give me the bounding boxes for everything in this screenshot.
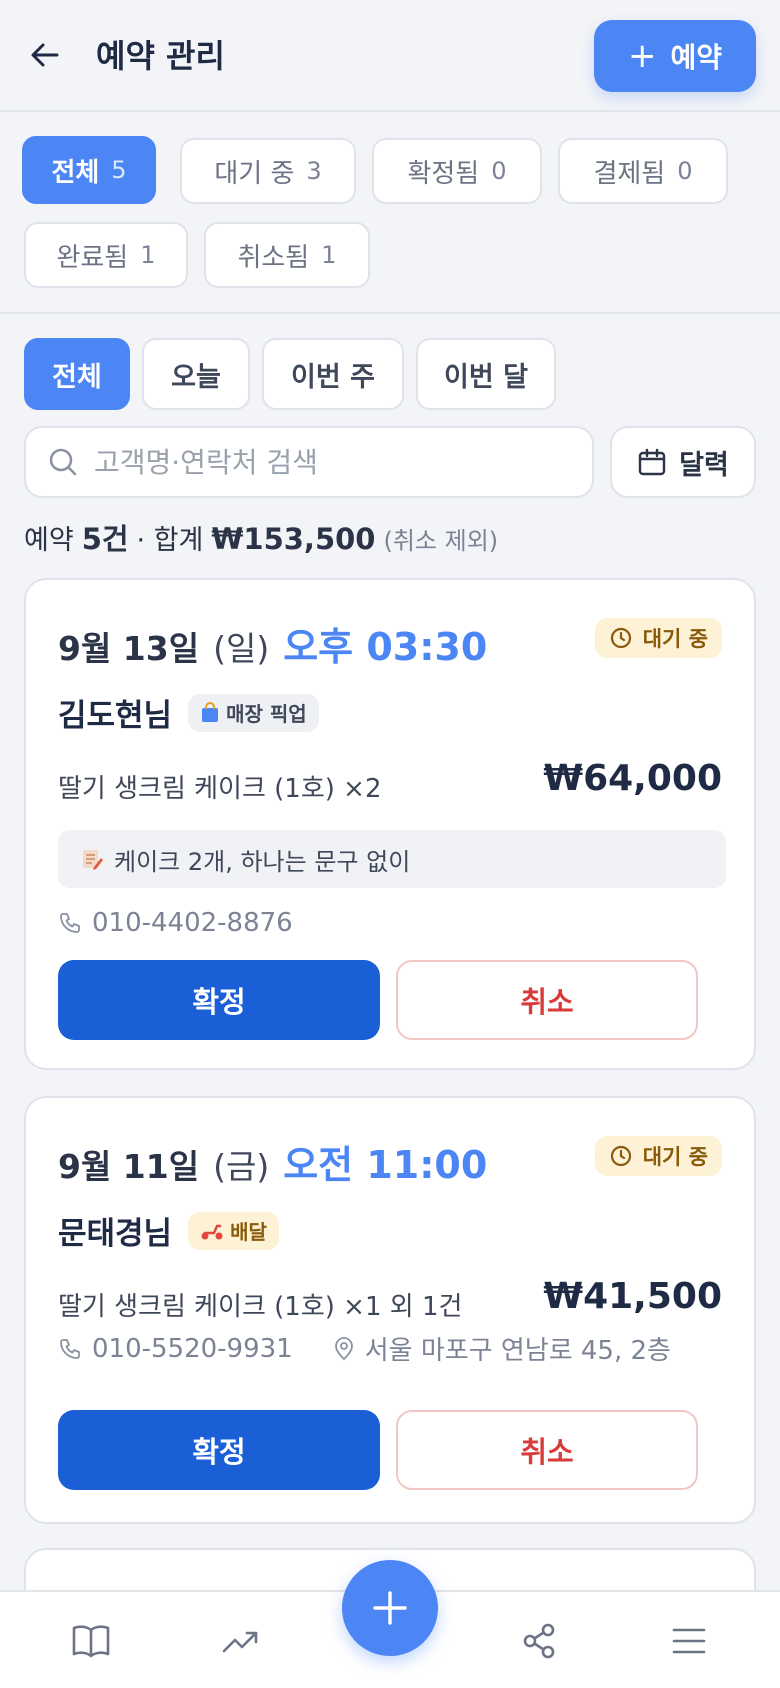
reservation-summary: 예약 5건 · 합계 ₩153,500 (취소 제외) — [24, 516, 499, 556]
app-header: 예약 관리 + 예약 — [0, 0, 780, 112]
customer-row: 김도현님 매장 픽업 — [58, 690, 319, 735]
search-box — [24, 426, 594, 498]
chip-label: 전체 — [51, 157, 100, 188]
cancel-button[interactable]: 취소 — [396, 960, 698, 1040]
order-items: 딸기 생크림 케이크 (1호) ×1 외 1건 — [58, 1292, 463, 1322]
phone-number[interactable]: 010-5520-9931 — [92, 1334, 293, 1364]
order-items: 딸기 생크림 케이크 (1호) ×2 — [58, 774, 382, 804]
order-price: ₩64,000 — [543, 758, 722, 799]
calendar-button[interactable]: 달력 — [610, 426, 756, 498]
customer-row: 문태경님 배달 — [58, 1208, 279, 1253]
reservation-date: 9월 13일 — [58, 629, 200, 668]
period-chip-this-month[interactable]: 이번 달 — [416, 338, 556, 410]
plus-icon: + — [627, 36, 657, 76]
share-icon[interactable] — [514, 1616, 564, 1666]
cancel-button[interactable]: 취소 — [396, 1410, 698, 1490]
summary-total: ₩153,500 — [211, 522, 376, 556]
plus-icon — [373, 1591, 407, 1625]
reservation-card[interactable]: 9월 13일 (일) 오후 03:30 대기 중 김도현님 매장 픽업 딸기 생… — [24, 578, 756, 1070]
period-chip-all[interactable]: 전체 — [24, 338, 130, 410]
add-reservation-label: 예약 — [670, 41, 723, 74]
calendar-icon — [638, 448, 666, 476]
chip-label: 취소됨 — [237, 242, 310, 273]
chip-label: 대기 중 — [214, 158, 295, 189]
confirm-button[interactable]: 확정 — [58, 1410, 380, 1490]
search-input[interactable] — [94, 445, 554, 479]
chip-label: 완료됨 — [56, 242, 129, 273]
status-chip-confirmed[interactable]: 확정됨 0 — [372, 138, 542, 204]
arrow-left-icon — [31, 43, 59, 67]
book-icon[interactable] — [66, 1616, 116, 1666]
reservation-time: 오후 03:30 — [283, 625, 488, 669]
reservation-time: 오전 11:00 — [283, 1143, 488, 1187]
reservation-weekday: (일) — [213, 629, 270, 668]
chip-count: 0 — [677, 157, 693, 185]
calendar-label: 달력 — [679, 449, 729, 481]
status-chip-waiting[interactable]: 대기 중 3 — [180, 138, 356, 204]
chip-label: 결제됨 — [593, 158, 666, 189]
chip-count: 3 — [306, 157, 322, 185]
delivery-address: 서울 마포구 연남로 45, 2층 — [364, 1336, 671, 1366]
order-type-label: 배달 — [230, 1220, 267, 1244]
reservation-date: 9월 11일 — [58, 1147, 200, 1186]
map-pin-icon — [334, 1336, 353, 1360]
summary-prefix: 예약 — [24, 525, 74, 556]
chip-label: 확정됨 — [407, 158, 480, 189]
period-chip-this-week[interactable]: 이번 주 — [262, 338, 404, 410]
search-icon — [49, 448, 77, 476]
phone-number[interactable]: 010-4402-8876 — [92, 908, 293, 938]
chip-count: 1 — [140, 241, 156, 269]
status-chip-cancelled[interactable]: 취소됨 1 — [204, 222, 370, 288]
clock-icon — [610, 627, 631, 649]
phone-icon — [60, 913, 80, 933]
memo-text: 케이크 2개, 하나는 문구 없이 — [114, 847, 411, 876]
order-price: ₩41,500 — [543, 1276, 722, 1317]
status-badge: 대기 중 — [594, 1136, 722, 1176]
confirm-button[interactable]: 확정 — [58, 960, 380, 1040]
reservation-card[interactable]: 9월 11일 (금) 오전 11:00 대기 중 문태경님 배달 딸기 생크림 … — [24, 1096, 756, 1524]
status-text: 대기 중 — [642, 1145, 708, 1169]
summary-note: (취소 제외) — [383, 527, 499, 555]
status-badge: 대기 중 — [594, 618, 722, 658]
order-type-label: 매장 픽업 — [226, 702, 307, 726]
customer-name: 문태경님 — [58, 1216, 173, 1252]
order-memo: 케이크 2개, 하나는 문구 없이 — [58, 830, 726, 888]
summary-mid: · 합계 — [136, 525, 204, 556]
contact-row: 010-5520-9931 서울 마포구 연남로 45, 2층 — [58, 1330, 671, 1367]
status-chip-paid[interactable]: 결제됨 0 — [558, 138, 728, 204]
reservation-datetime: 9월 13일 (일) 오후 03:30 — [58, 616, 487, 671]
status-chip-completed[interactable]: 완료됨 1 — [24, 222, 188, 288]
phone-icon — [60, 1338, 80, 1359]
trending-icon[interactable] — [216, 1616, 266, 1666]
chip-count: 0 — [491, 157, 507, 185]
period-chip-today[interactable]: 오늘 — [142, 338, 250, 410]
memo-icon — [83, 850, 103, 870]
order-type-tag: 매장 픽업 — [188, 693, 319, 732]
add-reservation-button[interactable]: + 예약 — [594, 20, 756, 92]
back-button[interactable] — [24, 34, 66, 76]
status-chip-all[interactable]: 전체 5 — [22, 136, 156, 204]
reservation-weekday: (금) — [213, 1147, 270, 1186]
shopping-bag-icon — [202, 701, 219, 722]
clock-icon — [610, 1145, 631, 1167]
customer-name: 김도현님 — [58, 698, 173, 734]
order-type-tag: 배달 — [188, 1211, 279, 1250]
summary-count: 5건 — [81, 522, 129, 556]
fab-add-button[interactable] — [342, 1560, 438, 1656]
menu-icon[interactable] — [664, 1616, 714, 1666]
contact-row: 010-4402-8876 — [58, 908, 293, 938]
scooter-icon — [201, 1224, 223, 1239]
reservation-datetime: 9월 11일 (금) 오전 11:00 — [58, 1134, 487, 1189]
page-title: 예약 관리 — [96, 37, 225, 75]
chip-count: 5 — [111, 156, 127, 184]
status-text: 대기 중 — [642, 627, 708, 651]
status-filter-bar: 전체 5 대기 중 3 확정됨 0 결제됨 0 완료됨 1 취소됨 1 — [0, 112, 780, 314]
chip-count: 1 — [321, 241, 337, 269]
